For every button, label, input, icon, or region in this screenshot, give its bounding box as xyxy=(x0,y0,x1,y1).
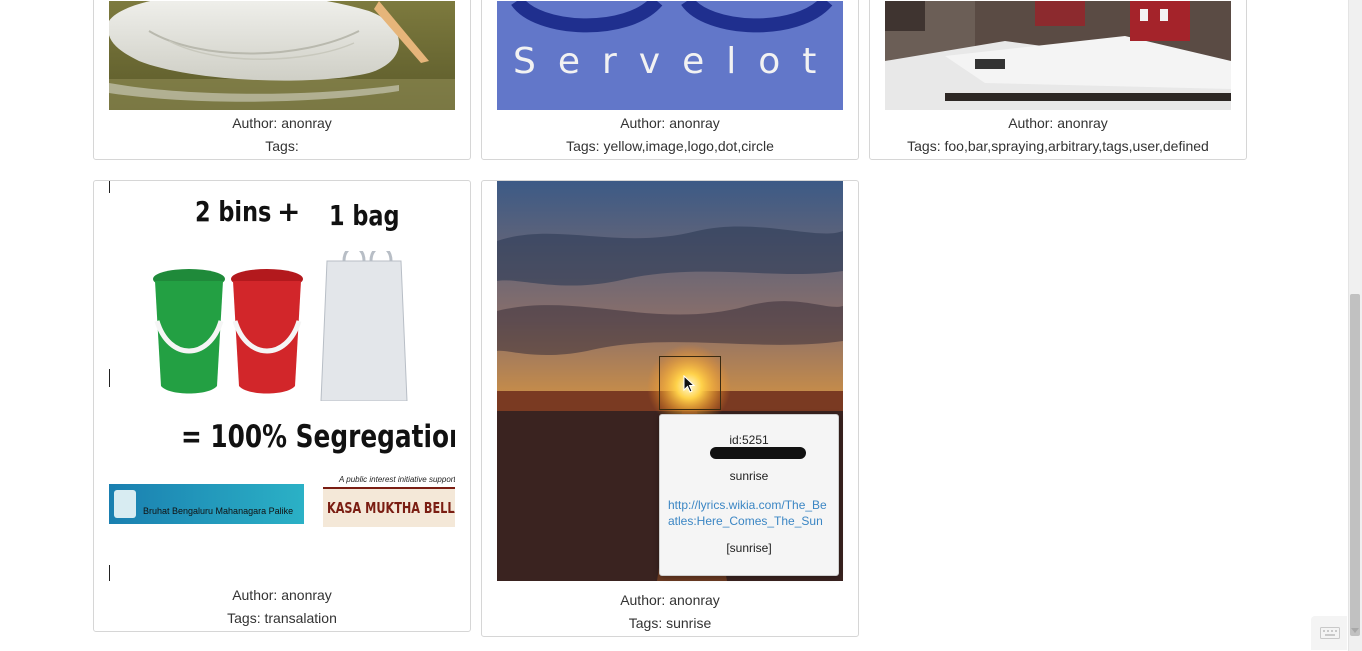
tooltip-id: id:5251 xyxy=(729,433,769,447)
servelot-logo-text: Servelot xyxy=(513,41,839,82)
bbmp-logo-icon xyxy=(114,490,136,518)
card-author: Author: anonray xyxy=(620,115,720,131)
pelican-image[interactable] xyxy=(109,1,455,110)
card-tags: Tags: transalation xyxy=(227,610,337,626)
image-card-3[interactable]: Author: anonray Tags: foo,bar,spraying,a… xyxy=(869,0,1247,160)
card-author: Author: anonray xyxy=(620,592,720,608)
bins-and-bag-illustration xyxy=(153,251,408,401)
poster-edge-mark xyxy=(109,565,110,581)
poster-bins-text: 2 bins xyxy=(195,195,272,228)
tooltip-tags: [sunrise] xyxy=(726,541,772,555)
card-tags: Tags: xyxy=(265,138,299,154)
card-tags: Tags: sunrise xyxy=(628,615,712,631)
servelot-logo-image[interactable]: Servelot xyxy=(497,1,843,110)
segregation-poster-image[interactable]: 2 bins + 1 bag = 100% Segregation Bruhat… xyxy=(109,181,455,581)
poster-bag-text: 1 bag xyxy=(329,199,400,232)
poster-edge-mark xyxy=(109,369,110,387)
tooltip-source-link[interactable]: http://lyrics.wikia.com/The_Beatles:Here… xyxy=(668,497,832,529)
image-card-2[interactable]: Servelot Author: anonray Tags: yellow,im… xyxy=(481,0,859,160)
card-tags: Tags: yellow,image,logo,dot,circle xyxy=(566,138,774,154)
poster-segregation-text: = 100% Segregation xyxy=(181,419,455,455)
card-tags: Tags: foo,bar,spraying,arbitrary,tags,us… xyxy=(907,138,1209,154)
redaction-bar xyxy=(710,447,806,459)
card-author: Author: anonray xyxy=(1008,115,1108,131)
kasa-banner-text: KASA MUKTHA BELLAN xyxy=(327,499,455,517)
bbmp-banner-text: Bruhat Bengaluru Mahanagara Palike xyxy=(143,506,294,516)
keyboard-icon xyxy=(1320,627,1340,639)
image-card-4[interactable]: 2 bins + 1 bag = 100% Segregation Bruhat… xyxy=(93,180,471,632)
card-author: Author: anonray xyxy=(232,587,332,603)
mouse-cursor-icon xyxy=(683,375,696,393)
scroll-down-arrow-icon[interactable] xyxy=(1351,628,1359,633)
vertical-scrollbar-thumb[interactable] xyxy=(1350,294,1360,636)
bbmp-banner: Bruhat Bengaluru Mahanagara Palike xyxy=(109,484,304,524)
tooltip-name: sunrise xyxy=(729,469,769,483)
kasa-banner: KASA MUKTHA BELLAN xyxy=(323,487,455,527)
onscreen-keyboard-tray[interactable] xyxy=(1311,616,1347,650)
snowy-town-image[interactable] xyxy=(885,1,1231,110)
poster-plus-text: + xyxy=(277,195,301,228)
kasa-banner-small-text: A public interest initiative supported b… xyxy=(339,475,455,484)
image-info-tooltip: id:5251 sunrise http://lyrics.wikia.com/… xyxy=(659,414,839,576)
image-card-1[interactable]: Author: anonray Tags: xyxy=(93,0,471,160)
poster-edge-mark xyxy=(109,181,110,193)
card-author: Author: anonray xyxy=(232,115,332,131)
